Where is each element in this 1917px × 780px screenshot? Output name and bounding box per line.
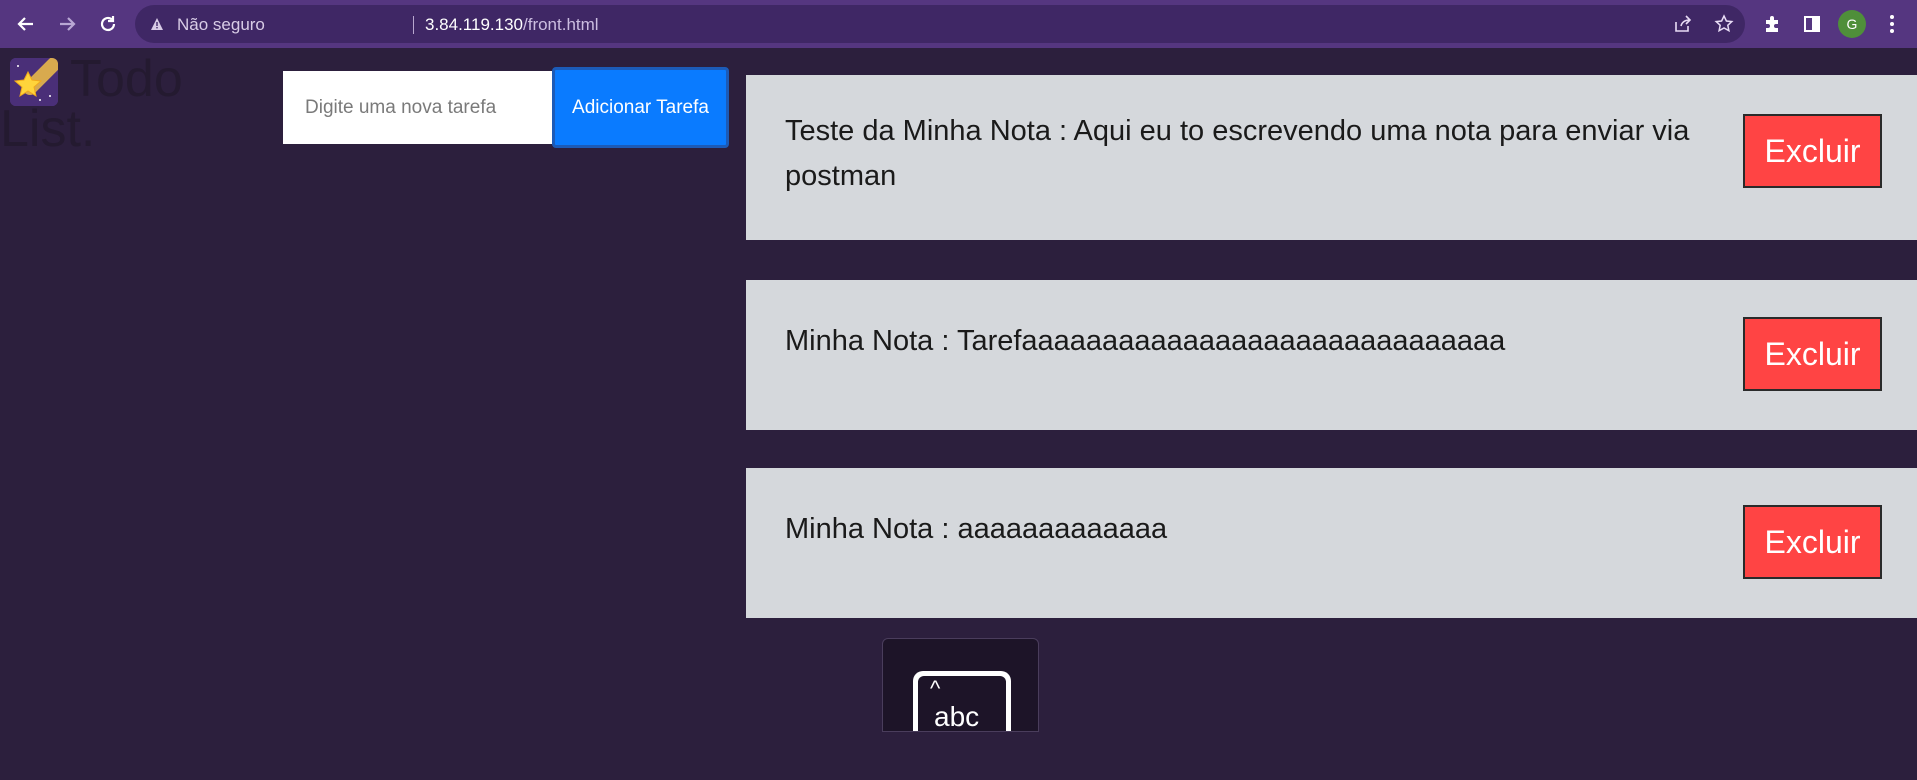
side-panel-icon[interactable] bbox=[1799, 11, 1825, 37]
delete-task-button[interactable]: Excluir bbox=[1743, 114, 1882, 188]
url-divider bbox=[413, 16, 414, 34]
share-icon[interactable] bbox=[1671, 12, 1695, 36]
delete-task-button[interactable]: Excluir bbox=[1743, 317, 1882, 391]
task-text: Minha Nota : Tarefaaaaaaaaaaaaaaaaaaaaaa… bbox=[785, 325, 1506, 357]
url-text[interactable]: 3.84.119.130/front.html bbox=[425, 15, 599, 35]
logo-line-1: Todo bbox=[70, 50, 183, 108]
task-text: Minha Nota : aaaaaaaaaaaaa bbox=[785, 513, 1168, 545]
keyboard-icon[interactable]: ^ abc bbox=[882, 638, 1039, 732]
forward-arrow-icon[interactable] bbox=[53, 10, 81, 38]
task-card: Minha Nota : Tarefaaaaaaaaaaaaaaaaaaaaaa… bbox=[746, 280, 1917, 430]
url-host: 3.84.119.130 bbox=[425, 15, 523, 34]
extensions-puzzle-icon[interactable] bbox=[1759, 11, 1785, 37]
address-bar[interactable]: Não seguro 3.84.119.130/front.html bbox=[135, 5, 1745, 43]
keyboard-key-outline: ^ abc bbox=[913, 671, 1011, 732]
app-logo-star-icon bbox=[10, 58, 58, 106]
caret-icon: ^ bbox=[930, 676, 941, 701]
profile-avatar[interactable]: G bbox=[1838, 10, 1866, 38]
keyboard-label: abc bbox=[934, 701, 980, 732]
security-status-label[interactable]: Não seguro bbox=[177, 15, 265, 35]
delete-task-button[interactable]: Excluir bbox=[1743, 505, 1882, 579]
browser-toolbar: Não seguro 3.84.119.130/front.html G bbox=[0, 0, 1917, 48]
new-task-input[interactable] bbox=[283, 71, 553, 144]
back-arrow-icon[interactable] bbox=[12, 10, 40, 38]
bookmark-star-icon[interactable] bbox=[1712, 12, 1736, 36]
keyboard-key-face: ^ abc bbox=[918, 676, 1006, 732]
task-card: Minha Nota : aaaaaaaaaaaaa Excluir bbox=[746, 468, 1917, 618]
warning-icon[interactable] bbox=[150, 17, 164, 31]
url-path: /front.html bbox=[523, 15, 599, 34]
logo-line-2: List. bbox=[0, 100, 96, 158]
task-card: Teste da Minha Nota : Aqui eu to escreve… bbox=[746, 75, 1917, 240]
task-text: Teste da Minha Nota : Aqui eu to escreve… bbox=[785, 115, 1690, 192]
browser-menu-icon[interactable] bbox=[1880, 10, 1904, 38]
reload-icon[interactable] bbox=[94, 10, 122, 38]
add-task-button[interactable]: Adicionar Tarefa bbox=[552, 67, 729, 148]
